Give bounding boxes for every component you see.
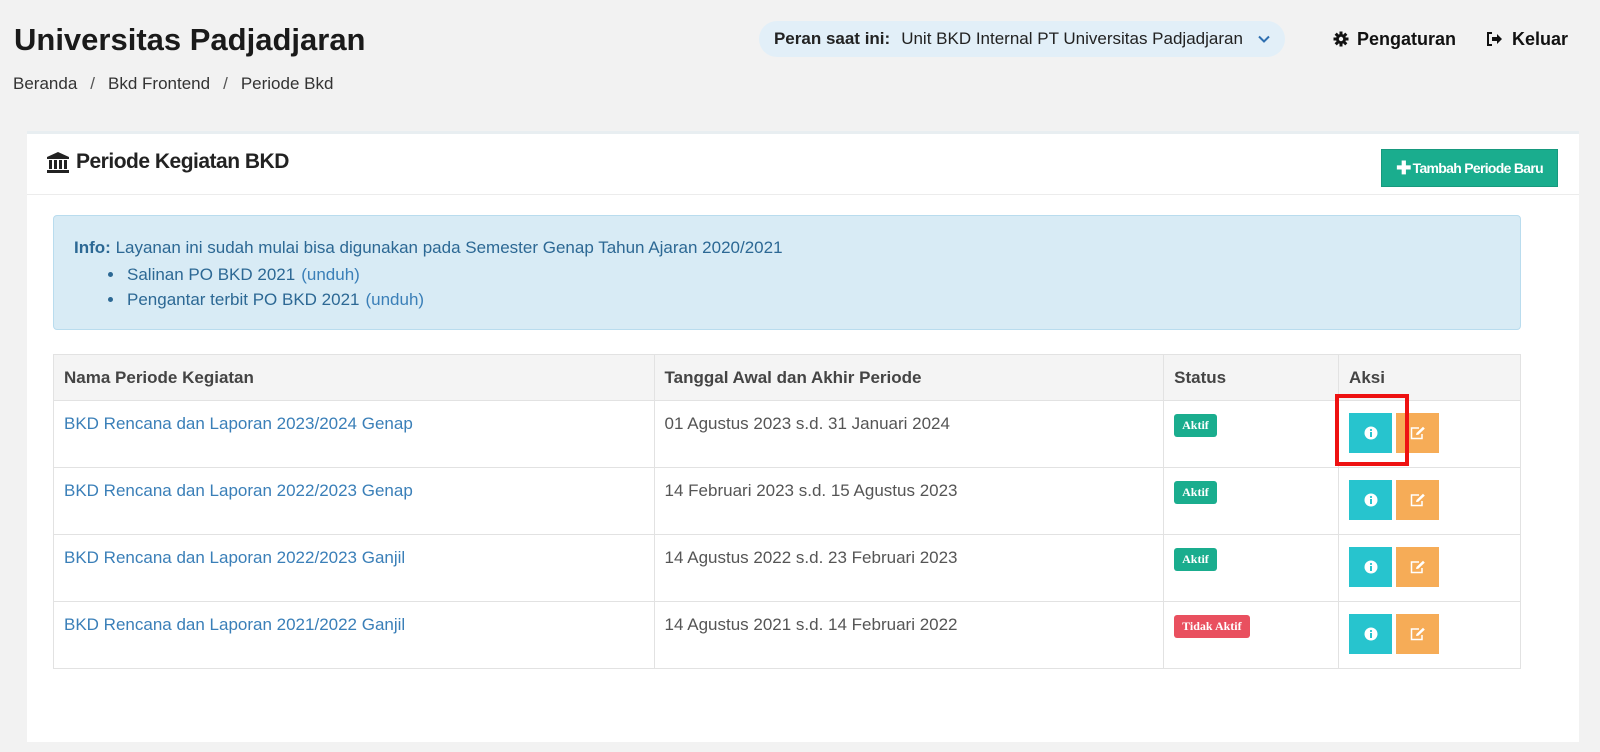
status-badge: Tidak Aktif [1174, 615, 1250, 638]
row-actions [1349, 413, 1510, 453]
info-list-item: Salinan PO BKD 2021 (unduh) [108, 262, 424, 287]
panel-title-text: Periode Kegiatan BKD [76, 150, 289, 173]
info-item-text: Salinan PO BKD 2021 [127, 264, 296, 284]
cell-actions [1338, 601, 1521, 669]
add-period-label: Tambah Periode Baru [1412, 160, 1544, 176]
breadcrumb-separator: / [90, 74, 96, 93]
cell-period: 14 Februari 2023 s.d. 15 Agustus 2023 [653, 467, 1165, 535]
cell-status: Aktif [1163, 534, 1340, 602]
add-period-button[interactable]: ✚ Tambah Periode Baru [1381, 149, 1558, 187]
cell-name: BKD Rencana dan Laporan 2022/2023 Ganjil [53, 534, 655, 602]
info-alert: Info: Layanan ini sudah mulai bisa digun… [53, 215, 1521, 330]
info-text: Layanan ini sudah mulai bisa digunakan p… [115, 238, 783, 257]
cell-actions [1338, 534, 1521, 602]
edit-icon [1410, 426, 1425, 440]
edit-icon [1410, 627, 1425, 641]
breadcrumb-separator: / [223, 74, 228, 93]
info-item-text: Pengantar terbit PO BKD 2021 [127, 289, 360, 309]
detail-button[interactable] [1349, 614, 1393, 654]
plus-icon: ✚ [1396, 158, 1411, 178]
info-circle-icon [1364, 560, 1378, 574]
detail-button[interactable] [1349, 480, 1393, 520]
download-link[interactable]: (unduh) [301, 265, 360, 285]
breadcrumb-item-beranda[interactable]: Beranda [13, 74, 77, 94]
cell-actions [1338, 467, 1521, 535]
status-badge: Aktif [1174, 548, 1217, 571]
cell-status: Aktif [1163, 400, 1340, 468]
cell-period: 01 Agustus 2023 s.d. 31 Januari 2024 [653, 400, 1165, 468]
row-actions [1349, 547, 1510, 587]
cell-actions [1338, 400, 1521, 468]
role-label: Peran saat ini: [773, 29, 891, 48]
edit-button[interactable] [1396, 547, 1440, 587]
period-name-link[interactable]: BKD Rencana dan Laporan 2023/2024 Genap [64, 401, 644, 434]
breadcrumb-item-periode-bkd: Periode Bkd [240, 74, 334, 93]
cell-status: Aktif [1163, 467, 1340, 535]
cell-period: 14 Agustus 2021 s.d. 14 Februari 2022 [653, 601, 1165, 669]
cell-name: BKD Rencana dan Laporan 2021/2022 Ganjil [53, 601, 655, 669]
table-row: BKD Rencana dan Laporan 2023/2024 Genap … [53, 400, 1521, 468]
period-dates: 01 Agustus 2023 s.d. 31 Januari 2024 [664, 414, 950, 433]
gear-icon [1333, 31, 1349, 47]
period-name-link[interactable]: BKD Rencana dan Laporan 2021/2022 Ganjil [64, 602, 644, 635]
info-list-item: Pengantar terbit PO BKD 2021 (unduh) [108, 287, 424, 312]
table-header-row: Nama Periode Kegiatan Tanggal Awal dan A… [53, 354, 1521, 401]
logout-link[interactable]: Keluar [1486, 29, 1568, 50]
column-header-actions: Aksi [1338, 354, 1521, 401]
edit-button[interactable] [1396, 413, 1440, 453]
edit-icon [1410, 560, 1425, 574]
download-link[interactable]: (unduh) [365, 290, 424, 310]
period-name-link[interactable]: BKD Rencana dan Laporan 2022/2023 Genap [64, 468, 644, 501]
column-header-status: Status [1163, 354, 1340, 401]
top-right-nav: Peran saat ini: Unit BKD Internal PT Uni… [758, 21, 1568, 57]
period-table: Nama Periode Kegiatan Tanggal Awal dan A… [53, 354, 1521, 669]
breadcrumb-item-bkd-frontend[interactable]: Bkd Frontend [108, 74, 210, 94]
info-line: Info: Layanan ini sudah mulai bisa digun… [74, 238, 783, 258]
table-row: BKD Rencana dan Laporan 2021/2022 Ganjil… [53, 601, 1521, 669]
edit-icon [1410, 493, 1425, 507]
edit-button[interactable] [1396, 614, 1440, 654]
role-selector[interactable]: Peran saat ini: Unit BKD Internal PT Uni… [758, 21, 1285, 57]
sign-out-icon [1486, 32, 1502, 46]
settings-label: Pengaturan [1356, 28, 1456, 49]
column-header-name: Nama Periode Kegiatan [53, 354, 655, 401]
row-actions [1349, 480, 1510, 520]
info-circle-icon [1364, 493, 1378, 507]
period-dates: 14 Agustus 2021 s.d. 14 Februari 2022 [664, 615, 958, 634]
info-circle-icon [1364, 426, 1378, 440]
status-badge: Aktif [1174, 481, 1217, 504]
panel-header: Periode Kegiatan BKD ✚ Tambah Periode Ba… [27, 134, 1579, 195]
table-row: BKD Rencana dan Laporan 2022/2023 Genap … [53, 467, 1521, 535]
cell-name: BKD Rencana dan Laporan 2022/2023 Genap [53, 467, 655, 535]
settings-link[interactable]: Pengaturan [1333, 29, 1456, 50]
detail-button[interactable] [1349, 547, 1393, 587]
institution-icon [47, 152, 69, 173]
table-row: BKD Rencana dan Laporan 2022/2023 Ganjil… [53, 534, 1521, 602]
info-prefix: Info: [74, 238, 111, 257]
breadcrumb: Beranda / Bkd Frontend / Periode Bkd [13, 74, 333, 94]
info-list: Salinan PO BKD 2021 (unduh) Pengantar te… [108, 262, 424, 312]
role-value: Unit BKD Internal PT Universitas Padjadj… [901, 29, 1243, 48]
status-badge: Aktif [1174, 414, 1217, 437]
info-circle-icon [1364, 627, 1378, 641]
period-dates: 14 Februari 2023 s.d. 15 Agustus 2023 [664, 481, 958, 500]
cell-period: 14 Agustus 2022 s.d. 23 Februari 2023 [653, 534, 1165, 602]
logout-label: Keluar [1511, 28, 1568, 49]
period-dates: 14 Agustus 2022 s.d. 23 Februari 2023 [664, 548, 958, 567]
column-header-period: Tanggal Awal dan Akhir Periode [653, 354, 1165, 401]
cell-name: BKD Rencana dan Laporan 2023/2024 Genap [53, 400, 655, 468]
panel-title: Periode Kegiatan BKD [46, 150, 289, 174]
edit-button[interactable] [1396, 480, 1440, 520]
chevron-down-icon [1258, 35, 1270, 43]
app-title: Universitas Padjadjaran [14, 22, 366, 57]
period-name-link[interactable]: BKD Rencana dan Laporan 2022/2023 Ganjil [64, 535, 644, 568]
row-actions [1349, 614, 1510, 654]
cell-status: Tidak Aktif [1163, 601, 1340, 669]
detail-button[interactable] [1349, 413, 1393, 453]
